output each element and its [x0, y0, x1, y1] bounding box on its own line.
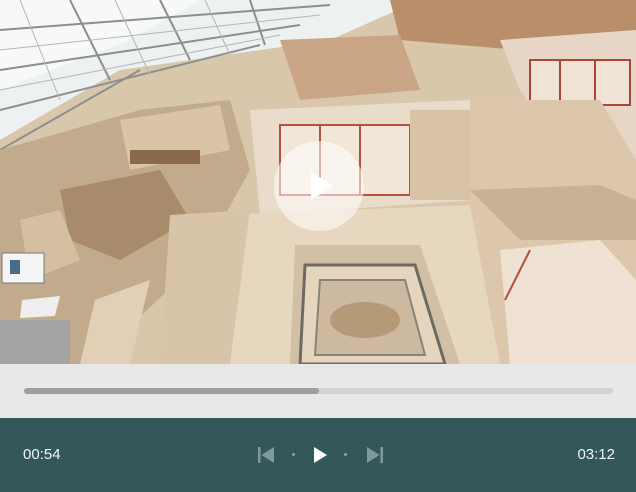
separator-dot: [344, 453, 347, 456]
skip-next-icon: [367, 447, 383, 463]
video-player: 00:54 03:12: [0, 0, 636, 492]
progress-track[interactable]: [24, 388, 613, 394]
play-icon: [314, 447, 327, 463]
progress-bar-area: [0, 364, 636, 418]
total-time: 03:12: [577, 446, 615, 463]
control-bar: 00:54 03:12: [0, 418, 636, 492]
separator-dot: [292, 453, 295, 456]
previous-button[interactable]: [255, 444, 277, 466]
play-button[interactable]: [309, 444, 331, 466]
skip-previous-icon: [258, 447, 274, 463]
next-button[interactable]: [364, 444, 386, 466]
current-time: 00:54: [23, 446, 61, 463]
big-play-button[interactable]: [274, 141, 364, 231]
video-frame[interactable]: [0, 0, 636, 364]
play-icon: [311, 172, 334, 200]
progress-fill: [24, 388, 319, 394]
